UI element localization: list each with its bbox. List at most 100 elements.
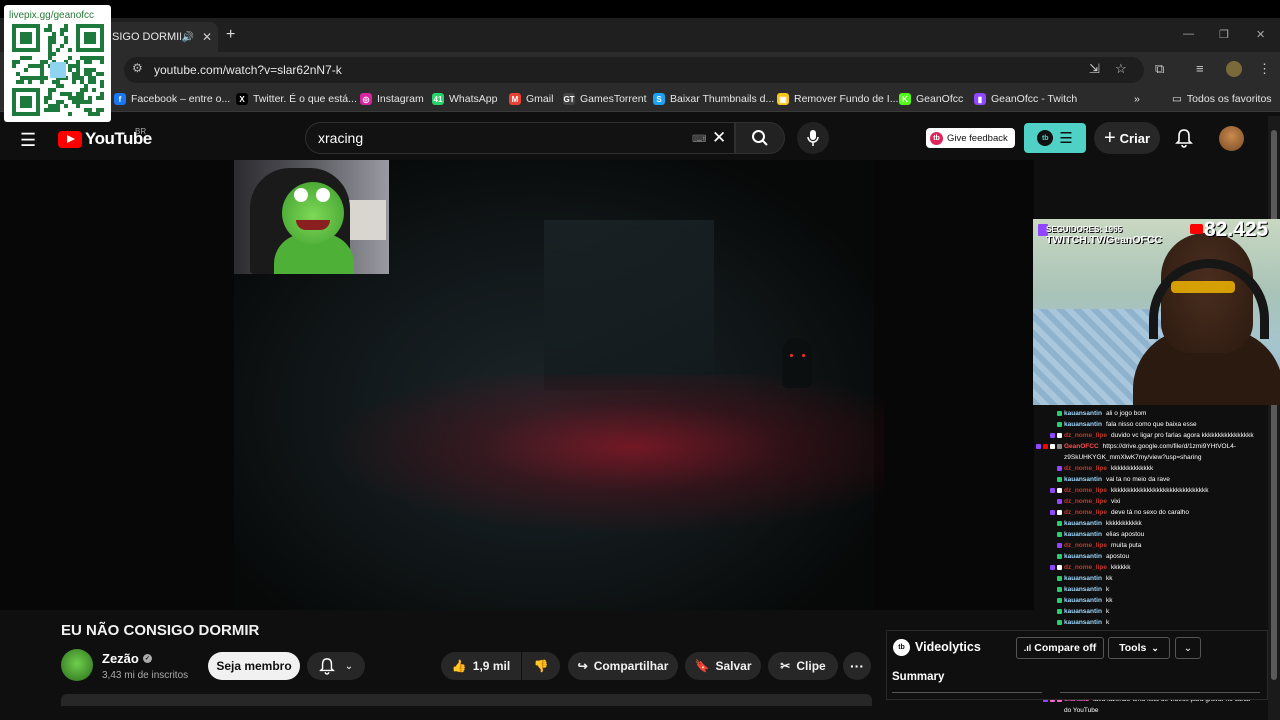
bookmark-item[interactable]: X Twitter. É o que está... <box>236 93 357 105</box>
like-button[interactable]: 👍 1,9 mil <box>441 652 521 680</box>
qr-module <box>84 56 88 60</box>
frog-mouth <box>296 220 330 230</box>
bookmark-item[interactable]: ▣ Remover Fundo de I... <box>777 93 898 105</box>
chat-text: kkkkkkkkkkkkk <box>1110 465 1154 472</box>
chat-message: kauansantin fala nisso como que baixa ess… <box>1034 419 1197 430</box>
channel-avatar[interactable] <box>61 649 93 681</box>
star-icon[interactable]: ☆ <box>1115 61 1127 77</box>
collapse-panel-button[interactable]: ⌄ <box>1175 637 1201 659</box>
qr-module <box>100 80 104 84</box>
minimize-icon[interactable]: — <box>1183 28 1194 40</box>
chat-badge-icon <box>1057 422 1062 427</box>
channel-name[interactable]: Zezão <box>102 651 139 666</box>
qr-module <box>20 80 24 84</box>
share-label: Compartilhar <box>593 659 669 673</box>
qr-module <box>100 56 104 60</box>
bookmark-favicon-icon: 41 <box>432 93 444 105</box>
media-control-icon[interactable]: ≡ <box>1196 61 1204 76</box>
tools-dropdown[interactable]: Tools ⌄ <box>1108 637 1170 659</box>
extension-menu-button[interactable]: tb ☰ <box>1024 123 1086 153</box>
clip-button[interactable]: ✂ Clipe <box>768 652 838 680</box>
share-button[interactable]: ↪ Compartilhar <box>568 652 678 680</box>
speaker-icon[interactable]: 🔊 <box>181 32 193 43</box>
voice-search-button[interactable] <box>797 122 829 154</box>
browser-tab-active[interactable]: SIGO DORMIR 🔊 ✕ <box>100 22 218 52</box>
notifications-button[interactable] <box>1175 128 1193 153</box>
description-box[interactable] <box>61 694 872 706</box>
bookmark-item[interactable]: ◎ Instagram <box>360 93 424 105</box>
restore-icon[interactable]: ❐ <box>1219 28 1229 41</box>
chat-message: kauansantin k <box>1034 606 1109 617</box>
bookmark-item[interactable]: f Facebook – entre o... <box>114 93 230 105</box>
subscription-bell-button[interactable]: ⌄ <box>307 652 365 680</box>
bookmark-item[interactable]: K GeanOfcc <box>899 93 963 105</box>
qr-module <box>80 80 84 84</box>
qr-module <box>92 68 96 72</box>
more-bookmarks-chevron-icon[interactable]: » <box>1134 93 1140 105</box>
more-actions-button[interactable]: ··· <box>843 652 871 680</box>
browser-title-bar <box>0 0 1280 18</box>
qr-module <box>84 100 88 104</box>
chat-message: kauansantin kk <box>1034 595 1112 606</box>
search-input[interactable] <box>305 122 735 154</box>
qr-finder-core <box>20 96 32 108</box>
qr-module <box>72 72 76 76</box>
hamburger-menu-icon[interactable]: ☰ <box>20 130 36 151</box>
chat-message: dz_nome_lipe kkkkkkkkkkkkkkkkkkkkkkkkkkkk… <box>1034 485 1208 496</box>
keyboard-icon[interactable]: ⌨ <box>692 134 706 145</box>
bookmark-item[interactable]: GT GamesTorrent <box>563 93 647 105</box>
frog-eye <box>294 188 308 202</box>
qr-module <box>84 68 88 72</box>
chat-username: dz_nome_lipe <box>1064 498 1107 505</box>
chat-username: kauansantin <box>1064 597 1102 604</box>
join-membership-button[interactable]: Seja membro <box>208 652 300 680</box>
bookmark-item[interactable]: ▮ GeanOfcc - Twitch <box>974 93 1077 105</box>
scrollbar-thumb[interactable] <box>1271 130 1277 680</box>
video-player[interactable] <box>0 160 1034 610</box>
create-button[interactable]: + Criar <box>1094 122 1160 154</box>
frog-head <box>282 182 344 244</box>
bookmark-item[interactable]: M Gmail <box>509 93 553 105</box>
bookmark-icon: 🔖 <box>694 659 710 673</box>
qr-module <box>56 100 60 104</box>
chat-badges <box>1034 529 1064 540</box>
dislike-button[interactable]: 👎 <box>522 652 560 680</box>
qr-module <box>88 100 92 104</box>
menu-kebab-icon[interactable]: ⋮ <box>1258 61 1271 77</box>
qr-module <box>48 104 52 108</box>
search-input-value[interactable]: xracing <box>318 130 363 146</box>
all-favorites-folder[interactable]: ▭ Todos os favoritos <box>1172 93 1272 105</box>
qr-module <box>80 88 84 92</box>
bookmark-label: Twitter. É o que está... <box>253 93 357 105</box>
channel-name-row[interactable]: Zezão ✓ <box>102 651 152 666</box>
clear-search-icon[interactable]: ✕ <box>712 128 726 148</box>
bookmark-label: Facebook – entre o... <box>131 93 231 105</box>
bell-icon <box>318 658 335 675</box>
chat-message: dz_nome_lipe duvido vc ligar pro farlas a… <box>1034 430 1254 441</box>
window-close-icon[interactable]: ✕ <box>1256 28 1265 41</box>
search-button[interactable] <box>735 122 785 154</box>
bookmark-item[interactable]: 41 WhatsApp <box>432 93 497 105</box>
url-text[interactable]: youtube.com/watch?v=slar62nN7-k <box>154 63 342 77</box>
give-feedback-label: Give feedback <box>947 132 1008 144</box>
qr-module <box>84 88 88 92</box>
chat-text: kkkkkkkkkkk <box>1105 520 1142 527</box>
profile-avatar[interactable] <box>1226 61 1242 77</box>
chat-username: kauansantin <box>1064 410 1102 417</box>
give-feedback-button[interactable]: tb Give feedback <box>926 128 1015 148</box>
chat-badges <box>1034 540 1064 551</box>
compare-toggle[interactable]: .ıl Compare off <box>1016 637 1104 659</box>
close-icon[interactable]: ✕ <box>202 30 212 44</box>
bookmark-item[interactable]: S Baixar Thumbnails d... <box>653 93 774 105</box>
videolytics-logo-icon: tb <box>893 639 910 656</box>
chat-text: z9SkUHKYGK_mmXlwK7my/view?usp=sharing <box>1064 454 1202 461</box>
site-settings-icon[interactable]: ⚙ <box>132 61 143 75</box>
qr-module <box>44 100 48 104</box>
qr-module <box>76 64 80 68</box>
extensions-icon[interactable]: ⧉ <box>1155 61 1164 77</box>
save-button[interactable]: 🔖 Salvar <box>685 652 761 680</box>
install-app-icon[interactable]: ⇲ <box>1089 61 1100 77</box>
account-avatar[interactable] <box>1219 126 1244 151</box>
qr-module <box>84 108 88 112</box>
new-tab-plus-icon[interactable]: + <box>226 26 235 44</box>
